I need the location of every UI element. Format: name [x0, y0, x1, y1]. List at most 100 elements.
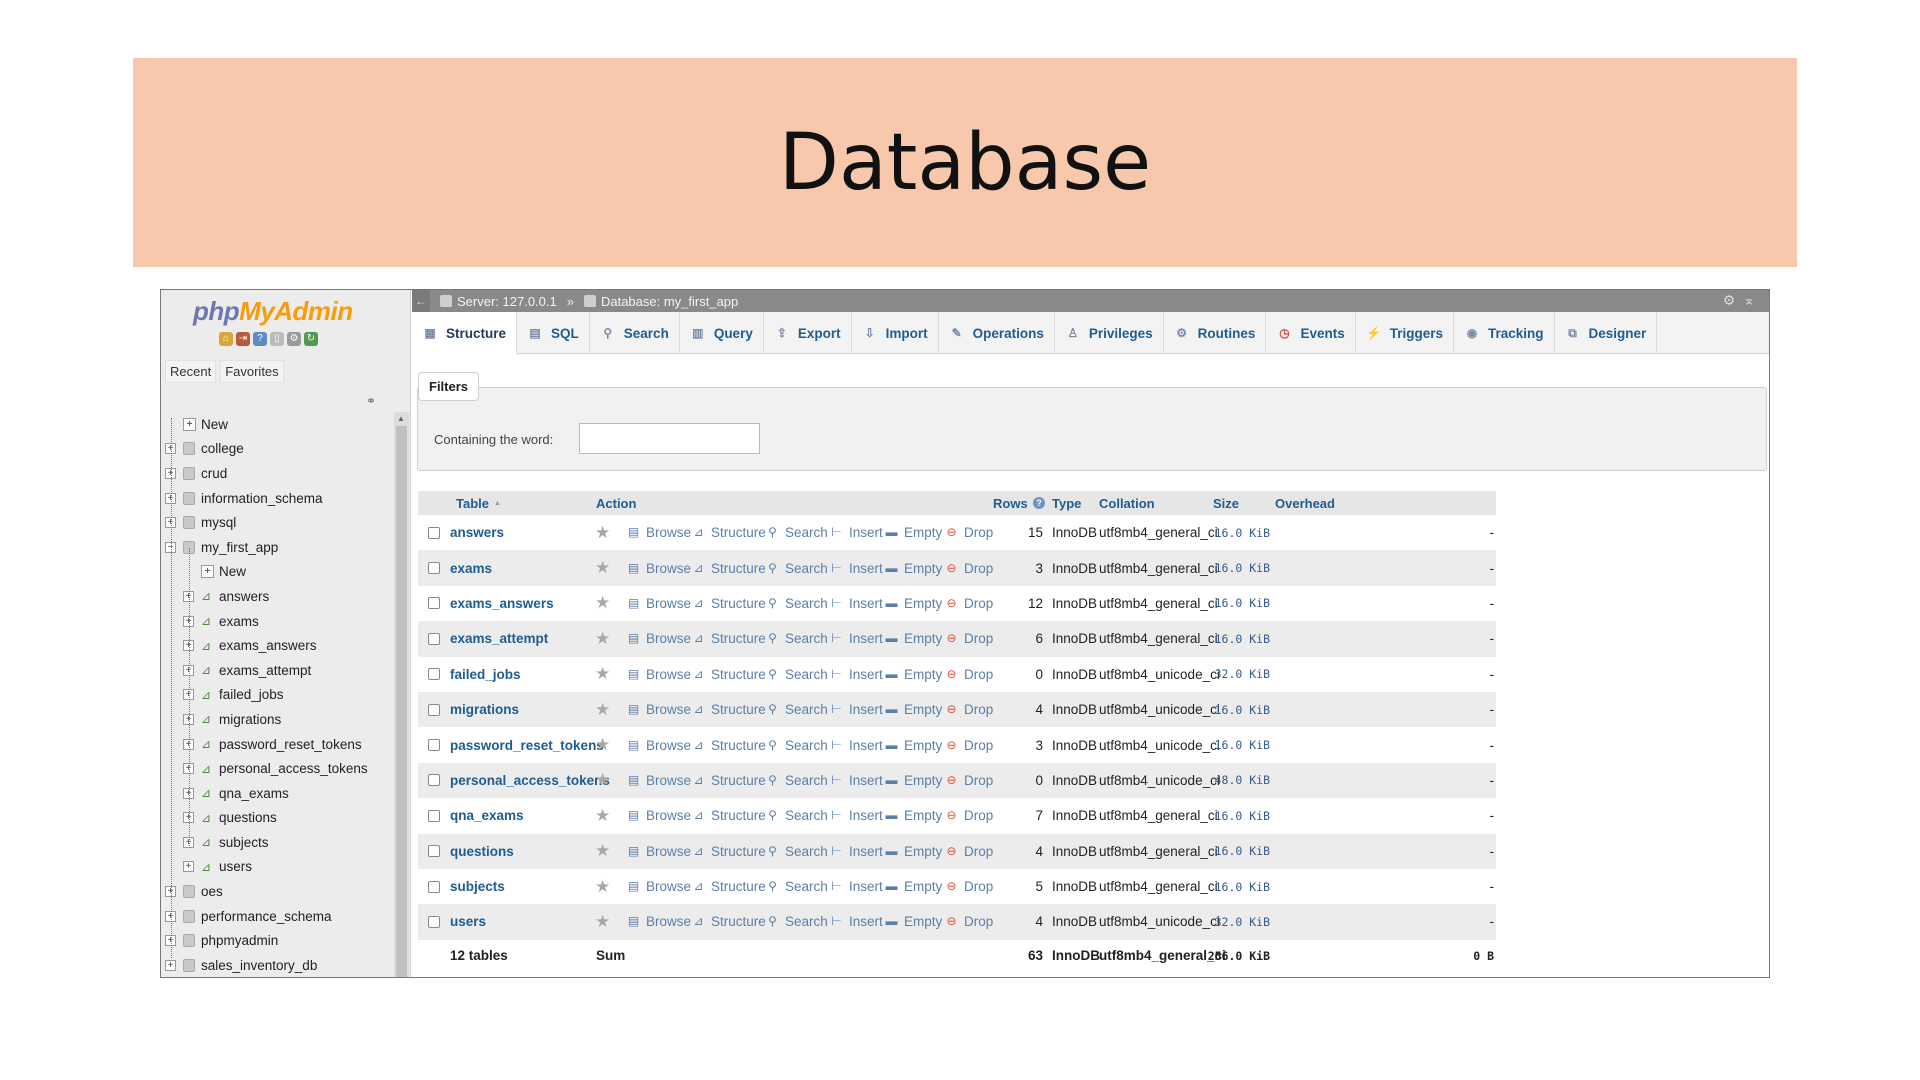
favorite-star-icon[interactable]: ★ [595, 763, 610, 798]
action-empty-link[interactable]: ▬ Empty [884, 550, 943, 585]
action-insert-link[interactable]: ⊢ Insert [829, 869, 883, 904]
action-drop-link[interactable]: ⊖ Drop [944, 727, 993, 762]
action-drop-link[interactable]: ⊖ Drop [944, 692, 993, 727]
action-drop-link[interactable]: ⊖ Drop [944, 834, 993, 869]
action-search-link[interactable]: ⚲ Search [765, 904, 828, 939]
checkbox-box[interactable] [428, 597, 440, 610]
checkbox-box[interactable] [428, 809, 440, 822]
action-insert-link[interactable]: ⊢ Insert [829, 692, 883, 727]
tab-export[interactable]: ⇪ Export [764, 312, 852, 354]
row-checkbox[interactable] [428, 692, 440, 727]
tab-events[interactable]: ◷ Events [1266, 312, 1356, 354]
row-checkbox[interactable] [428, 869, 440, 904]
tree-table-item[interactable]: + ⊿ migrations [161, 707, 393, 732]
table-name-link[interactable]: answers [450, 515, 504, 550]
row-checkbox[interactable] [428, 586, 440, 621]
action-drop-link[interactable]: ⊖ Drop [944, 515, 993, 550]
action-structure-link[interactable]: ⊿ Structure [691, 904, 765, 939]
tree-new-item[interactable]: + New [161, 560, 393, 585]
checkbox-box[interactable] [428, 880, 440, 893]
row-checkbox[interactable] [428, 550, 440, 585]
table-header-collation[interactable]: Collation [1099, 491, 1155, 515]
action-search-link[interactable]: ⚲ Search [765, 869, 828, 904]
checkbox-box[interactable] [428, 739, 440, 752]
action-structure-link[interactable]: ⊿ Structure [691, 586, 765, 621]
table-header-table[interactable]: Table [456, 491, 489, 515]
action-browse-link[interactable]: ▤ Browse [626, 515, 691, 550]
recent-tab[interactable]: Recent [165, 360, 217, 383]
checkbox-box[interactable] [428, 632, 440, 645]
action-structure-link[interactable]: ⊿ Structure [691, 621, 765, 656]
tree-database-item[interactable]: + oes [161, 879, 393, 904]
action-empty-link[interactable]: ▬ Empty [884, 763, 943, 798]
sidebar-scrollbar[interactable]: ▲ [394, 412, 409, 977]
checkbox-box[interactable] [428, 668, 440, 681]
reload-icon[interactable]: ↻ [304, 332, 318, 346]
favorite-star-icon[interactable]: ★ [595, 515, 610, 550]
favorite-star-icon[interactable]: ★ [595, 834, 610, 869]
tab-sql[interactable]: ▤ SQL [517, 312, 590, 354]
action-search-link[interactable]: ⚲ Search [765, 657, 828, 692]
action-browse-link[interactable]: ▤ Browse [626, 904, 691, 939]
tree-database-item[interactable]: + performance_schema [161, 904, 393, 929]
tab-privileges[interactable]: ♙ Privileges [1055, 312, 1164, 354]
collapse-icon[interactable]: ← [412, 290, 430, 312]
action-empty-link[interactable]: ▬ Empty [884, 692, 943, 727]
tree-database-item[interactable]: + college [161, 437, 393, 462]
settings-icon[interactable]: ⚙ [287, 332, 301, 346]
table-header-type[interactable]: Type [1052, 491, 1081, 515]
tab-structure[interactable]: ▦ Structure [412, 312, 518, 354]
table-name-link[interactable]: qna_exams [450, 798, 524, 833]
action-search-link[interactable]: ⚲ Search [765, 586, 828, 621]
action-empty-link[interactable]: ▬ Empty [884, 586, 943, 621]
table-name-link[interactable]: exams_attempt [450, 621, 548, 656]
tree-table-item[interactable]: + ⊿ qna_exams [161, 781, 393, 806]
action-empty-link[interactable]: ▬ Empty [884, 727, 943, 762]
action-insert-link[interactable]: ⊢ Insert [829, 657, 883, 692]
checkbox-box[interactable] [428, 915, 440, 928]
action-search-link[interactable]: ⚲ Search [765, 550, 828, 585]
row-checkbox[interactable] [428, 904, 440, 939]
action-insert-link[interactable]: ⊢ Insert [829, 834, 883, 869]
table-name-link[interactable]: password_reset_tokens [450, 727, 604, 762]
tree-database-item[interactable]: + phpmyadmin [161, 928, 393, 953]
action-empty-link[interactable]: ▬ Empty [884, 657, 943, 692]
action-browse-link[interactable]: ▤ Browse [626, 869, 691, 904]
tree-table-item[interactable]: + ⊿ exams_answers [161, 633, 393, 658]
sort-ascending-icon[interactable]: ▲ [494, 491, 501, 515]
table-name-link[interactable]: personal_access_tokens [450, 763, 610, 798]
action-search-link[interactable]: ⚲ Search [765, 834, 828, 869]
tree-table-item[interactable]: + ⊿ exams [161, 609, 393, 634]
row-checkbox[interactable] [428, 798, 440, 833]
help-icon[interactable]: ? [253, 332, 267, 346]
expand-toggle-icon[interactable]: + [165, 959, 176, 971]
link-with-main-panel-icon[interactable]: ⚭ [366, 394, 376, 408]
action-search-link[interactable]: ⚲ Search [765, 621, 828, 656]
favorite-star-icon[interactable]: ★ [595, 727, 610, 762]
home-icon[interactable]: ⌂ [219, 332, 233, 346]
action-structure-link[interactable]: ⊿ Structure [691, 869, 765, 904]
table-name-link[interactable]: subjects [450, 869, 505, 904]
action-drop-link[interactable]: ⊖ Drop [944, 657, 993, 692]
tab-operations[interactable]: ✎ Operations [939, 312, 1055, 354]
favorites-tab[interactable]: Favorites [220, 360, 284, 383]
action-empty-link[interactable]: ▬ Empty [884, 515, 943, 550]
filter-input[interactable] [579, 423, 760, 454]
tab-search[interactable]: ⚲ Search [590, 312, 680, 354]
tab-triggers[interactable]: ⚡ Triggers [1356, 312, 1454, 354]
tab-tracking[interactable]: ◉ Tracking [1454, 312, 1555, 354]
breadcrumb-server[interactable]: Server: 127.0.0.1 [457, 294, 557, 309]
action-structure-link[interactable]: ⊿ Structure [691, 550, 765, 585]
collapse-top-icon[interactable]: ⌅ [1743, 292, 1763, 308]
checkbox-box[interactable] [428, 526, 440, 539]
action-empty-link[interactable]: ▬ Empty [884, 621, 943, 656]
action-search-link[interactable]: ⚲ Search [765, 763, 828, 798]
scrollbar-thumb[interactable] [396, 426, 407, 977]
tree-table-item[interactable]: + ⊿ password_reset_tokens [161, 732, 393, 757]
row-checkbox[interactable] [428, 657, 440, 692]
action-empty-link[interactable]: ▬ Empty [884, 834, 943, 869]
action-drop-link[interactable]: ⊖ Drop [944, 586, 993, 621]
action-empty-link[interactable]: ▬ Empty [884, 904, 943, 939]
action-drop-link[interactable]: ⊖ Drop [944, 798, 993, 833]
action-structure-link[interactable]: ⊿ Structure [691, 798, 765, 833]
